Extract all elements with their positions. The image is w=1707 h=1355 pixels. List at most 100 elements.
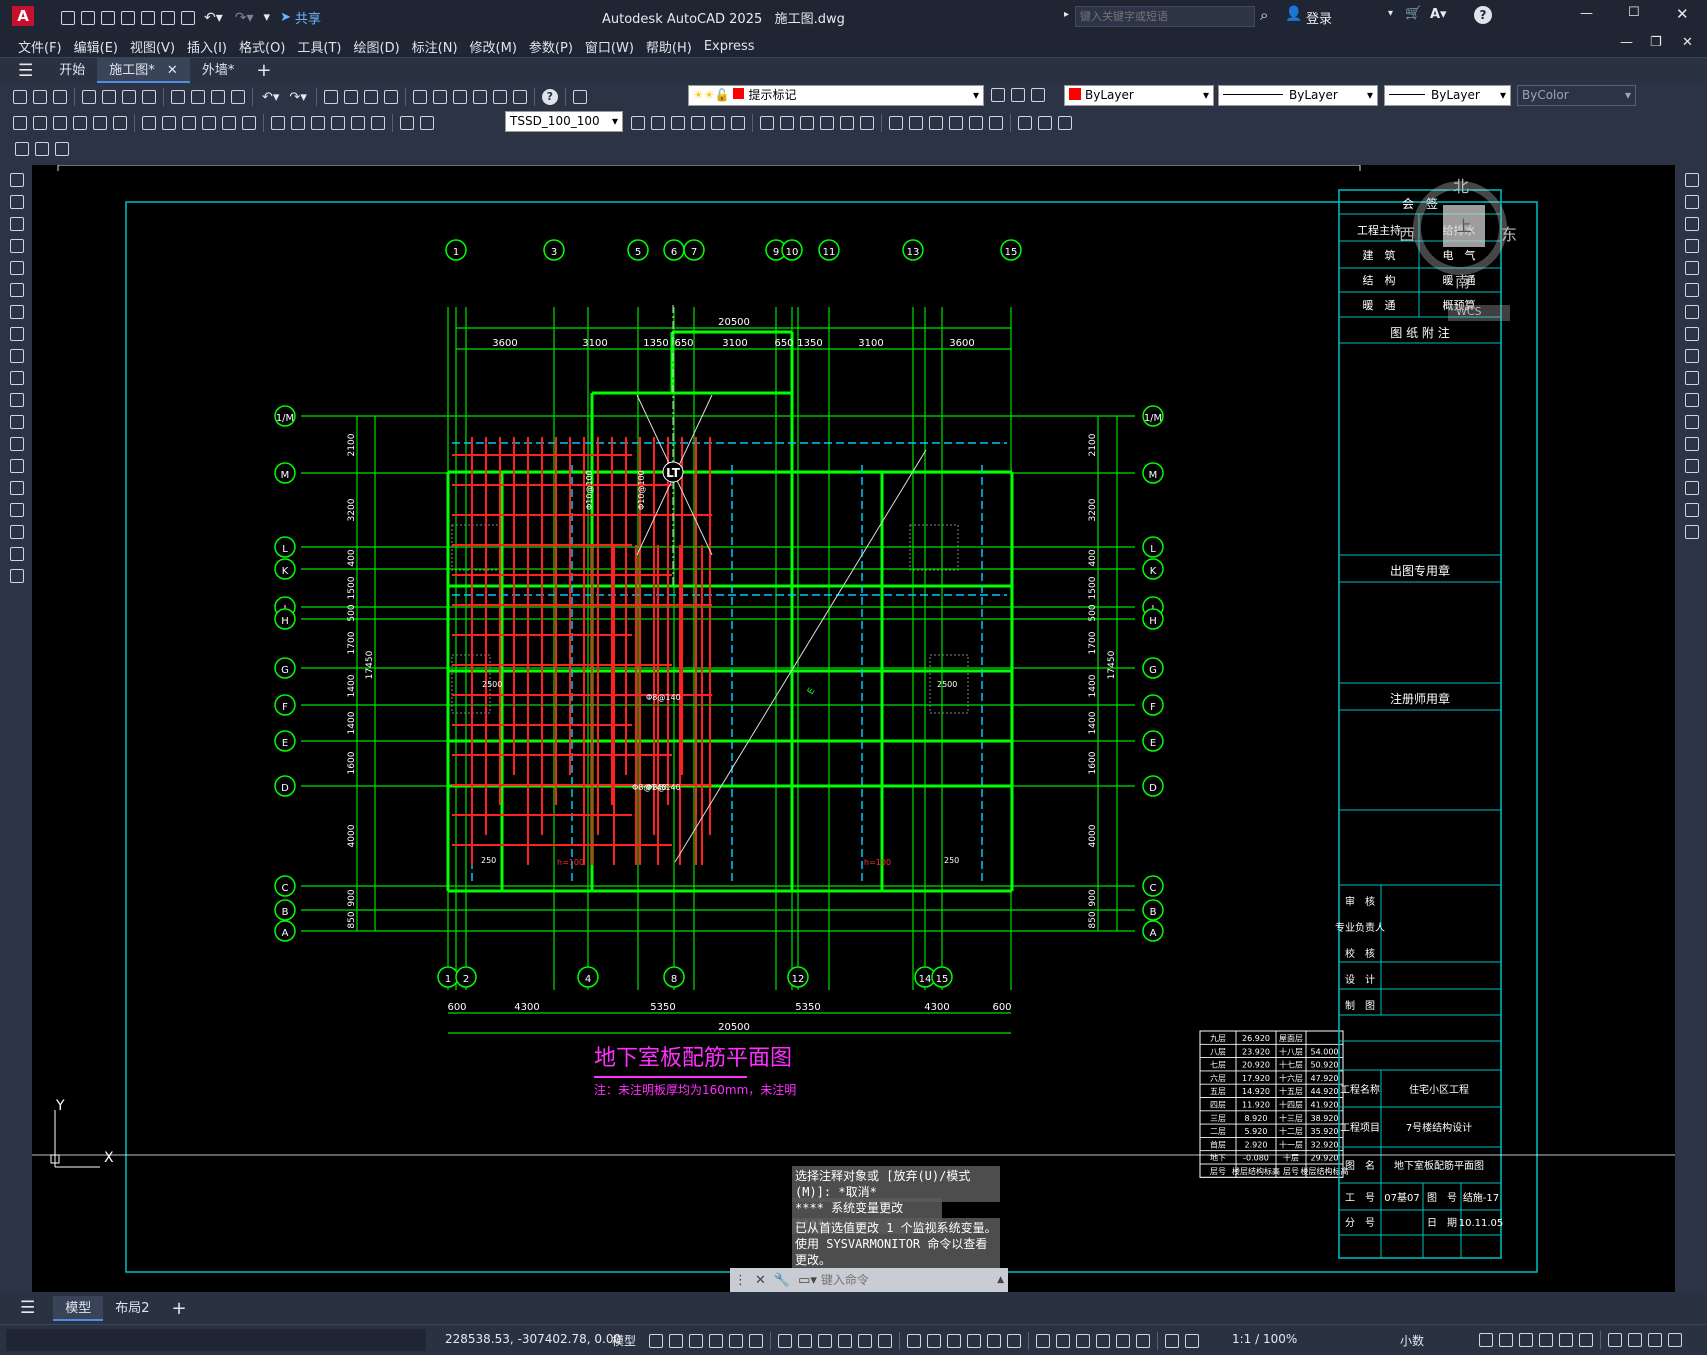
- layout-tab-0[interactable]: 模型: [53, 1295, 104, 1321]
- color-dropdown[interactable]: ByLayer ▾: [1064, 85, 1214, 106]
- search-icon[interactable]: ⌕: [1260, 6, 1268, 24]
- cart-icon[interactable]: 🛒: [1405, 6, 1421, 21]
- pan-icon[interactable]: [323, 90, 338, 104]
- menu-9[interactable]: 参数(P): [529, 37, 585, 56]
- status-toggle-14-icon[interactable]: [947, 1334, 961, 1348]
- viewcube[interactable]: 上 北 南 东 西: [1399, 173, 1517, 291]
- new-layout-button[interactable]: +: [172, 1298, 187, 1319]
- draw-tool-13-icon[interactable]: [10, 459, 24, 473]
- status-toggle-10-icon[interactable]: [858, 1334, 872, 1348]
- menu-7[interactable]: 标注(N): [412, 37, 470, 56]
- status-tool-4-icon[interactable]: [1559, 1333, 1573, 1347]
- tssd-tool-5-icon[interactable]: [731, 116, 745, 130]
- modify-tool-1-icon[interactable]: [1685, 195, 1699, 209]
- command-input[interactable]: [820, 1270, 994, 1290]
- dim-tool-17-icon[interactable]: [371, 116, 385, 130]
- maximize-window-button[interactable]: ☐: [1628, 5, 1640, 20]
- help-icon[interactable]: ?: [541, 89, 558, 105]
- share-button[interactable]: 共享: [295, 8, 321, 27]
- menu-6[interactable]: 绘图(D): [354, 37, 412, 56]
- plotstyle-dropdown[interactable]: ByColor ▾: [1517, 85, 1636, 106]
- dim-tool-0-icon[interactable]: [13, 116, 27, 130]
- hamburger-menu-icon[interactable]: ☰: [18, 61, 33, 81]
- search-input[interactable]: [1075, 6, 1255, 27]
- redo-icon[interactable]: ↷▾: [289, 90, 306, 105]
- modify-tool-4-icon[interactable]: [1685, 261, 1699, 275]
- draw-tool-15-icon[interactable]: [10, 503, 24, 517]
- units-display[interactable]: 小数: [1400, 1332, 1424, 1349]
- tssd-tool-12-icon[interactable]: [889, 116, 903, 130]
- close-cmd-icon[interactable]: ✕: [755, 1273, 766, 1288]
- open-file-icon[interactable]: [81, 10, 95, 25]
- status-toggle-11-icon[interactable]: [878, 1334, 892, 1348]
- status-toggle-12-icon[interactable]: [907, 1334, 921, 1348]
- save-web-icon[interactable]: [161, 10, 175, 25]
- tssd-tool-20-icon[interactable]: [1058, 116, 1072, 130]
- status-toggle-18-icon[interactable]: [1036, 1334, 1050, 1348]
- user-icon[interactable]: 👤: [1285, 6, 1302, 22]
- status-tool-8-icon[interactable]: [1648, 1333, 1662, 1347]
- autodesk-account-icon[interactable]: A▾: [1430, 7, 1447, 22]
- status-tool-5-icon[interactable]: [1579, 1333, 1593, 1347]
- share-icon[interactable]: ➤: [280, 10, 291, 25]
- save-icon[interactable]: [101, 10, 115, 25]
- status-toggle-17-icon[interactable]: [1007, 1334, 1021, 1348]
- lineweight-dropdown[interactable]: ByLayer ▾: [1384, 85, 1511, 106]
- modify-tool-10-icon[interactable]: [1685, 393, 1699, 407]
- dim-tool-11-icon[interactable]: [242, 116, 256, 130]
- tssd-tool-3-icon[interactable]: [691, 116, 705, 130]
- draw-tool-4-icon[interactable]: [10, 261, 24, 275]
- modify-tool-11-icon[interactable]: [1685, 415, 1699, 429]
- plot-preview-icon[interactable]: [102, 90, 116, 104]
- restore-doc-button[interactable]: ❐: [1650, 35, 1662, 50]
- draw-tool-1-icon[interactable]: [10, 195, 24, 209]
- tssd-tool-13-icon[interactable]: [909, 116, 923, 130]
- 3d-print-icon[interactable]: [142, 90, 156, 104]
- menu-5[interactable]: 工具(T): [297, 37, 353, 56]
- status-tool-0-icon[interactable]: [1479, 1333, 1493, 1347]
- status-toggle-25-icon[interactable]: [1185, 1334, 1199, 1348]
- hamburger-menu-icon[interactable]: ☰: [20, 1298, 35, 1318]
- tssd-tool-8-icon[interactable]: [800, 116, 814, 130]
- dim-tool-2-icon[interactable]: [53, 116, 67, 130]
- draw-tool-11-icon[interactable]: [10, 415, 24, 429]
- close-window-button[interactable]: ✕: [1676, 5, 1689, 23]
- draw-tool-3-icon[interactable]: [10, 239, 24, 253]
- tssd-tool-11-icon[interactable]: [860, 116, 874, 130]
- new-file-icon[interactable]: [61, 10, 75, 25]
- open-icon[interactable]: [33, 90, 47, 104]
- undo-icon[interactable]: ↶▾: [204, 10, 223, 26]
- status-toggle-22-icon[interactable]: [1116, 1334, 1130, 1348]
- layer-properties-icon[interactable]: [572, 90, 587, 104]
- properties-icon[interactable]: [412, 90, 427, 104]
- status-tool-9-icon[interactable]: [1668, 1333, 1682, 1347]
- status-toggle-20-icon[interactable]: [1076, 1334, 1090, 1348]
- close-doc-button[interactable]: ✕: [1682, 35, 1693, 50]
- status-toggle-24-icon[interactable]: [1165, 1334, 1179, 1348]
- dim-tool-1-icon[interactable]: [33, 116, 47, 130]
- recent-commands-icon[interactable]: ▲: [997, 1275, 1004, 1285]
- draw-tool-17-icon[interactable]: [10, 547, 24, 561]
- doc-tab-2[interactable]: 外墙*: [190, 58, 247, 83]
- zoom-window-icon[interactable]: [363, 90, 378, 104]
- draw-tool-2-icon[interactable]: [10, 217, 24, 231]
- paste-icon[interactable]: [211, 90, 225, 104]
- menu-4[interactable]: 格式(O): [239, 37, 297, 56]
- calculator-icon[interactable]: [512, 90, 527, 104]
- zoom-realtime-icon[interactable]: [343, 90, 358, 104]
- draw-tool-5-icon[interactable]: [10, 283, 24, 297]
- modify-tool-3-icon[interactable]: [1685, 239, 1699, 253]
- close-tab-icon[interactable]: ✕: [163, 63, 178, 78]
- tssd-tool-15-icon[interactable]: [949, 116, 963, 130]
- status-toggle-5-icon[interactable]: [749, 1334, 763, 1348]
- compass-south[interactable]: 南: [1455, 271, 1470, 292]
- compass-east[interactable]: 东: [1501, 221, 1517, 245]
- minimize-window-button[interactable]: —: [1580, 6, 1593, 21]
- modify-tool-9-icon[interactable]: [1685, 371, 1699, 385]
- dim-tool-8-icon[interactable]: [182, 116, 196, 130]
- make-current-layer-icon[interactable]: [991, 88, 1005, 102]
- modify-tool-7-icon[interactable]: [1685, 327, 1699, 341]
- linetype-dropdown[interactable]: ByLayer ▾: [1218, 85, 1378, 106]
- dim-tool-16-icon[interactable]: [351, 116, 365, 130]
- tssd-tool-18-icon[interactable]: [1018, 116, 1032, 130]
